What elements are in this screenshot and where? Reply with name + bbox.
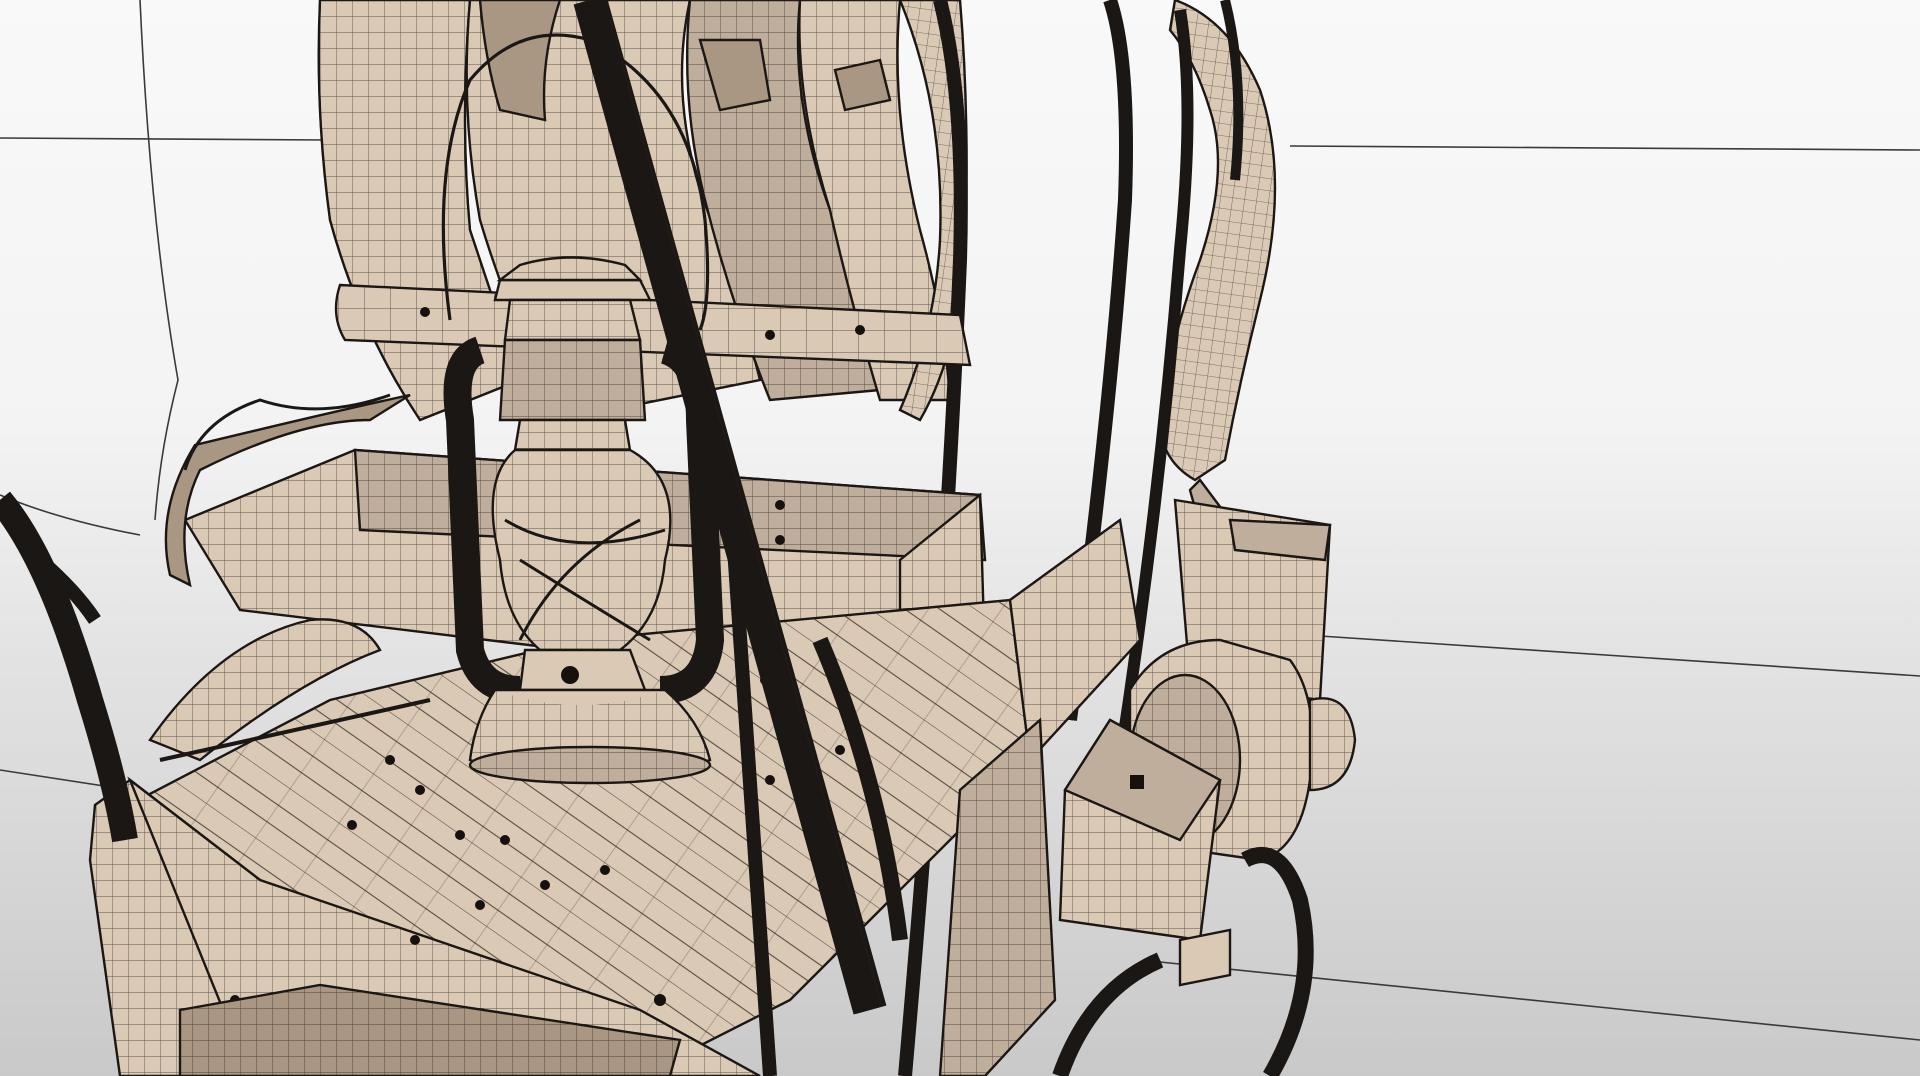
3d-viewport[interactable] [0,0,1920,1076]
wagon-render [0,0,1920,1076]
